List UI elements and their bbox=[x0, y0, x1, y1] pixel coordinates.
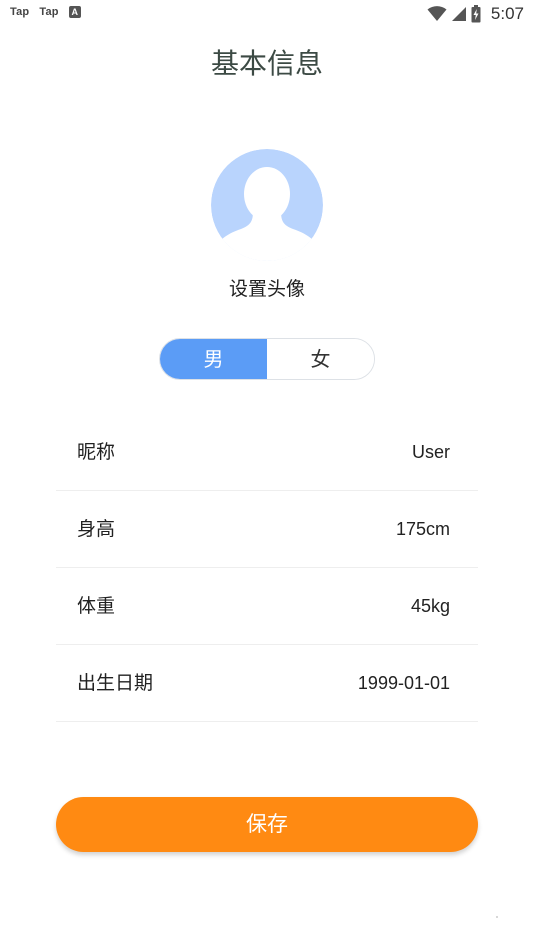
avatar-button[interactable] bbox=[211, 149, 323, 261]
status-bar-right: 5:07 bbox=[427, 3, 524, 25]
tap-app-icon: Tap bbox=[39, 6, 59, 18]
status-bar-left: Tap Tap bbox=[10, 6, 81, 18]
info-row-weight[interactable]: 体重 45kg bbox=[56, 568, 478, 645]
page-title: 基本信息 bbox=[210, 47, 323, 80]
person-silhouette-icon bbox=[211, 149, 323, 261]
row-label: 出生日期 bbox=[77, 672, 154, 694]
gender-female-option[interactable]: 女 bbox=[267, 339, 374, 379]
save-button[interactable]: 保存 bbox=[56, 797, 478, 852]
gender-toggle: 男 女 bbox=[159, 338, 375, 380]
tap-app-icon: Tap bbox=[10, 6, 30, 18]
row-label: 昵称 bbox=[77, 441, 116, 463]
wifi-icon bbox=[427, 6, 447, 21]
set-avatar-label[interactable]: 设置头像 bbox=[0, 274, 534, 304]
row-value: User bbox=[411, 442, 450, 462]
status-bar: Tap Tap 5:07 bbox=[0, 0, 534, 28]
info-list: 昵称 User 身高 175cm 体重 45kg 出生日期 1999-01-01 bbox=[56, 414, 478, 722]
row-label: 身高 bbox=[77, 518, 116, 540]
row-value: 45kg bbox=[410, 596, 450, 616]
row-value: 1999-01-01 bbox=[357, 673, 450, 693]
row-value: 175cm bbox=[395, 519, 450, 539]
signal-icon bbox=[451, 7, 466, 21]
info-row-nickname[interactable]: 昵称 User bbox=[56, 414, 478, 491]
status-time: 5:07 bbox=[490, 4, 524, 23]
info-row-birthdate[interactable]: 出生日期 1999-01-01 bbox=[56, 645, 478, 722]
a-notification-icon bbox=[68, 6, 81, 18]
info-row-height[interactable]: 身高 175cm bbox=[56, 491, 478, 568]
battery-charging-icon bbox=[471, 5, 481, 23]
row-label: 体重 bbox=[77, 595, 116, 617]
decorative-dot bbox=[496, 916, 498, 918]
gender-male-option[interactable]: 男 bbox=[160, 339, 267, 379]
